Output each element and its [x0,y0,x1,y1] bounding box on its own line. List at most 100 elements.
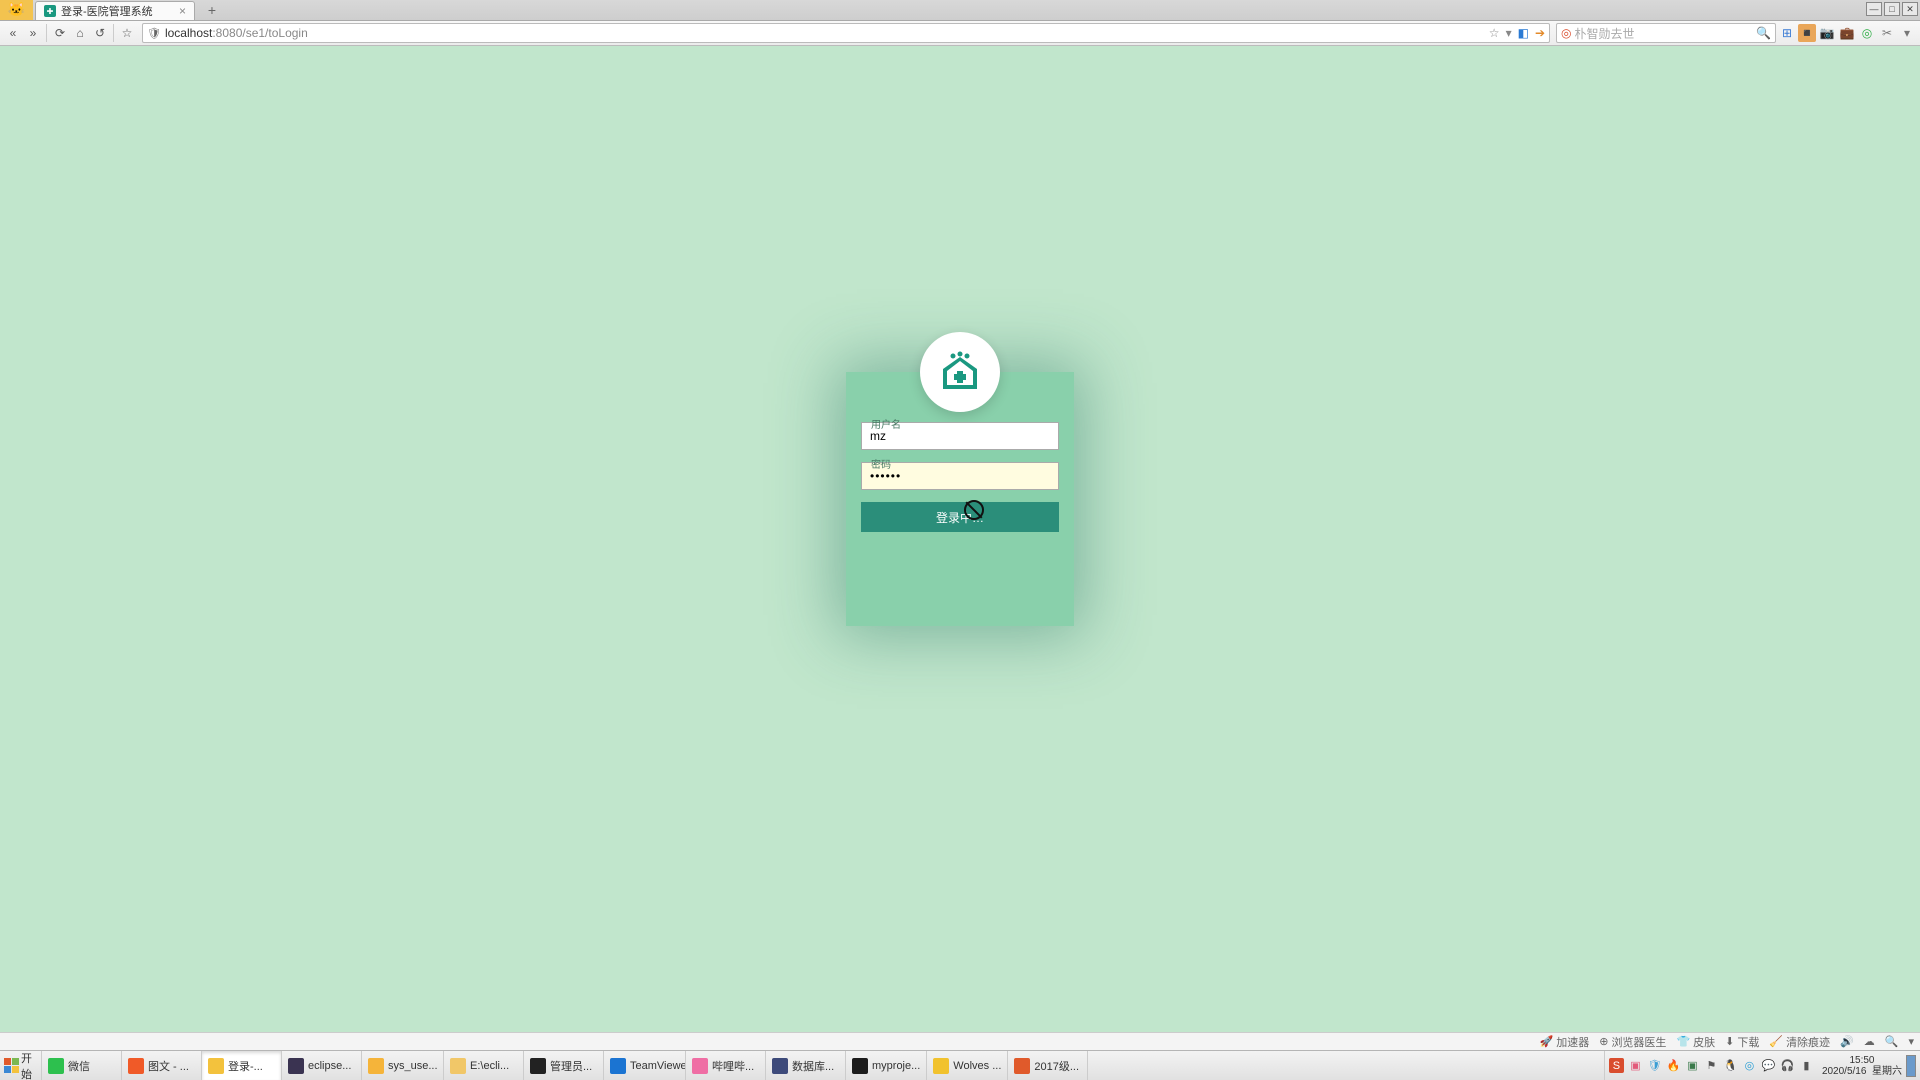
tray-flame-icon[interactable]: 🔥 [1666,1058,1681,1073]
taskbar-item-label: E:\ecli... [470,1060,509,1072]
tray-headset-icon[interactable]: 🎧 [1780,1058,1795,1073]
taskbar-item[interactable]: 2017级... [1008,1051,1088,1080]
maximize-button[interactable]: □ [1884,2,1900,16]
shield-icon: 🛡 [147,27,161,40]
tray-flag-icon[interactable]: ⚑ [1704,1058,1719,1073]
chevron-down-icon[interactable]: ▾ [1908,1035,1914,1048]
status-accel-label: 加速器 [1556,1034,1589,1050]
ext-apps-icon[interactable]: ⊞ [1778,24,1796,42]
url-dropdown-icon[interactable]: ▾ [1506,26,1512,40]
separator [113,24,114,42]
status-doctor[interactable]: ⊕ 浏览器医生 [1599,1034,1666,1050]
taskbar-item-icon [48,1058,64,1074]
hospital-logo-icon [920,332,1000,412]
taskbar-item-label: TeamViewer [630,1060,686,1072]
window-controls: — □ ✕ [1866,2,1918,16]
zoom-icon[interactable]: 🔍 [1885,1035,1899,1048]
status-clear[interactable]: 🧹 清除痕迹 [1769,1034,1830,1050]
search-bar[interactable]: ◎ 朴智勋去世 🔍 [1556,23,1776,43]
url-path: /se1/toLogin [242,26,307,40]
browser-tab-bar: 🐱 ✚ 登录-医院管理系统 × + — □ ✕ [0,0,1920,21]
taskbar-item-icon [530,1058,546,1074]
new-tab-button[interactable]: + [203,2,221,18]
ext-green-icon[interactable]: ◎ [1858,24,1876,42]
login-button[interactable]: 登录中… [861,502,1059,532]
ext-cut-icon[interactable]: ✂ [1878,24,1896,42]
tray-circle-icon[interactable]: ◎ [1742,1058,1757,1073]
clock-day: 星期六 [1872,1066,1902,1077]
back-button[interactable]: « [4,24,22,42]
taskbar-item[interactable]: myproje... [846,1051,927,1080]
username-field-wrap: 用户名 [861,422,1059,450]
tray-qq-icon[interactable]: 🐧 [1723,1058,1738,1073]
minimize-button[interactable]: — [1866,2,1882,16]
start-button[interactable]: 开始 [0,1051,42,1080]
volume-icon[interactable]: 🔊 [1840,1035,1854,1048]
show-desktop-button[interactable] [1906,1055,1916,1077]
taskbar-item[interactable]: Wolves ... [927,1051,1008,1080]
status-strip: 🚀 加速器 ⊕ 浏览器医生 👕 皮肤 ⬇ 下载 🧹 清除痕迹 🔊 ☁ 🔍 ▾ [0,1032,1920,1050]
taskbar-item[interactable]: 登录-... [202,1051,282,1080]
engine-icon: ◎ [1561,26,1571,40]
cloud-icon[interactable]: ☁ [1864,1035,1875,1048]
status-download-label: 下载 [1737,1034,1759,1050]
taskbar-item-label: Wolves ... [953,1060,1001,1072]
ext-camera-icon[interactable]: 📷 [1818,24,1836,42]
taskbar-item[interactable]: eclipse... [282,1051,362,1080]
broom-icon: 🧹 [1769,1035,1783,1048]
clock-date: 2020/5/16 [1822,1066,1867,1077]
status-accel[interactable]: 🚀 加速器 [1540,1034,1590,1050]
reload-button[interactable]: ⟳ [51,24,69,42]
taskbar-item[interactable]: sys_use... [362,1051,444,1080]
taskbar-item-label: 数据库... [792,1058,834,1074]
status-skin[interactable]: 👕 皮肤 [1676,1034,1715,1050]
taskbar-item-icon [288,1058,304,1074]
taskbar-item[interactable]: 哔哩哔... [686,1051,766,1080]
restore-button[interactable]: ↺ [91,24,109,42]
shirt-icon: 👕 [1676,1035,1690,1048]
password-field-wrap: 密码 [861,462,1059,490]
taskbar-item[interactable]: TeamViewer [604,1051,686,1080]
taskbar-item[interactable]: E:\ecli... [444,1051,524,1080]
browser-tab[interactable]: ✚ 登录-医院管理系统 × [35,1,195,20]
taskbar-item-label: 微信 [68,1058,90,1074]
taskbar-item[interactable]: 管理员... [524,1051,604,1080]
search-icon[interactable]: 🔍 [1756,26,1771,40]
ext-menu-icon[interactable]: ▾ [1898,24,1916,42]
taskbar-item-label: 哔哩哔... [712,1058,754,1074]
taskbar-item[interactable]: 微信 [42,1051,122,1080]
ext-block-icon[interactable]: ◾ [1798,24,1816,42]
taskbar-item-label: 2017级... [1034,1058,1079,1074]
close-window-button[interactable]: ✕ [1902,2,1918,16]
taskbar-item[interactable]: 数据库... [766,1051,846,1080]
status-download[interactable]: ⬇ 下载 [1725,1034,1759,1050]
taskbar-item-icon [1014,1058,1030,1074]
taskbar-clock[interactable]: 15:50 2020/5/16 星期六 [1822,1055,1902,1077]
tab-close-icon[interactable]: × [179,4,186,18]
tray-battery-icon[interactable]: ▮ [1799,1058,1814,1073]
url-bar[interactable]: 🛡 localhost :8080 /se1/toLogin ☆ ▾ ◧ ➔ [142,23,1550,43]
url-host: localhost [165,26,212,40]
favorite-icon[interactable]: ☆ [1489,26,1500,40]
taskbar-item-label: myproje... [872,1060,920,1072]
tray-shield-icon[interactable]: 🛡 [1647,1058,1662,1073]
tray-wechat-icon[interactable]: 💬 [1761,1058,1776,1073]
tray-box-icon[interactable]: ▣ [1685,1058,1700,1073]
taskbar-item-label: 图文 - ... [148,1058,189,1074]
home-button[interactable]: ⌂ [71,24,89,42]
clock-time: 15:50 [1822,1055,1902,1066]
plus-icon: ⊕ [1599,1035,1608,1048]
taskbar-item[interactable]: 图文 - ... [122,1051,202,1080]
tray-ime-icon[interactable]: S [1609,1058,1624,1073]
tab-favicon-icon: ✚ [44,5,56,17]
tab-title: 登录-医院管理系统 [61,3,153,19]
taskbar-item-label: 登录-... [228,1058,263,1074]
tray-video-icon[interactable]: ▣ [1628,1058,1643,1073]
taskbar-item-icon [610,1058,626,1074]
status-doctor-label: 浏览器医生 [1611,1034,1666,1050]
ext-wallet-icon[interactable]: 💼 [1838,24,1856,42]
bookmark-button[interactable]: ☆ [118,24,136,42]
compat-icon[interactable]: ◧ [1518,26,1529,40]
forward-button[interactable]: » [24,24,42,42]
go-icon[interactable]: ➔ [1535,26,1545,40]
